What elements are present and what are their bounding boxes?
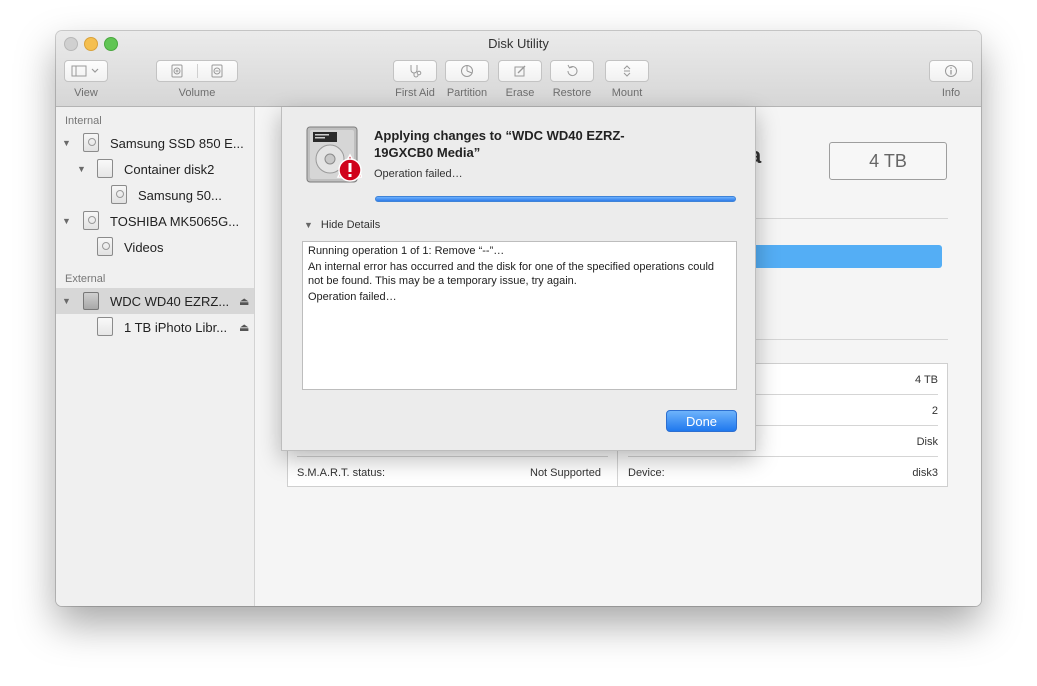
volume-disk-icon xyxy=(97,237,113,256)
eject-icon[interactable]: ⏏ xyxy=(239,295,249,308)
device-value: disk3 xyxy=(912,467,938,479)
usage-bar xyxy=(749,245,942,268)
sidebar-section-internal: Internal xyxy=(65,115,102,127)
sidebar-item-container-disk2[interactable]: ▼ Container disk2 xyxy=(56,156,254,182)
first-aid-button[interactable] xyxy=(393,60,437,82)
sidebar-item-label: 1 TB iPhoto Libr... xyxy=(124,319,228,335)
log-line: An internal error has occurred and the d… xyxy=(308,260,718,288)
sidebar-item-wdc-wd40[interactable]: ▼ WDC WD40 EZRZ... ⏏ xyxy=(56,288,254,314)
internal-disk-icon xyxy=(83,211,99,230)
dialog-title: Applying changes to “WDC WD40 EZRZ-19GXC… xyxy=(374,128,625,160)
apply-changes-dialog: Applying changes to “WDC WD40 EZRZ-19GXC… xyxy=(281,107,756,451)
volume-icon xyxy=(97,317,113,336)
disclosure-triangle-icon[interactable]: ▼ xyxy=(77,164,86,174)
smart-status-label: S.M.A.R.T. status: xyxy=(297,467,386,479)
sidebar-item-samsung-volume[interactable]: Samsung 50... xyxy=(56,182,254,208)
device-label: Device: xyxy=(628,467,665,479)
disclosure-triangle-icon[interactable]: ▼ xyxy=(62,138,71,148)
divider xyxy=(749,339,948,340)
erase-label: Erase xyxy=(505,87,535,99)
view-label: View xyxy=(74,87,98,99)
info-value: 2 xyxy=(931,405,938,417)
log-line: Operation failed… xyxy=(308,290,397,303)
mount-button[interactable] xyxy=(605,60,649,82)
pie-partition-icon xyxy=(461,65,473,77)
first-aid-label: First Aid xyxy=(395,87,435,99)
info-icon xyxy=(945,65,957,77)
info-button[interactable] xyxy=(929,60,973,82)
restore-arrow-icon xyxy=(567,64,578,77)
sidebar-item-iphoto-library[interactable]: 1 TB iPhoto Libr... ⏏ xyxy=(56,314,254,340)
sidebar-item-toshiba[interactable]: ▼ TOSHIBA MK5065G... xyxy=(56,208,254,234)
row-divider xyxy=(297,456,608,457)
titlebar: Disk Utility View Volume First Aid Parti… xyxy=(56,31,981,107)
sidebar-item-label: Videos xyxy=(124,239,164,255)
mount-icon xyxy=(623,65,631,77)
sidebar-item-label: Samsung SSD 850 E... xyxy=(110,135,244,151)
progress-bar xyxy=(375,196,736,202)
external-disk-icon xyxy=(83,292,99,310)
window-title: Disk Utility xyxy=(488,36,549,51)
operation-status: Operation failed… xyxy=(374,168,463,180)
sidebar-item-label: WDC WD40 EZRZ... xyxy=(110,293,230,309)
container-icon xyxy=(97,159,113,178)
sidebar-item-videos[interactable]: Videos xyxy=(56,234,254,260)
sidebar: Internal ▼ Samsung SSD 850 E... ▼ Contai… xyxy=(56,107,255,606)
eject-icon[interactable]: ⏏ xyxy=(239,321,249,334)
hide-details-label: Hide Details xyxy=(320,219,381,231)
log-line: Running operation 1 of 1: Remove “--”… xyxy=(308,245,505,257)
remove-volume-icon[interactable] xyxy=(198,64,238,78)
add-volume-icon[interactable] xyxy=(157,64,198,78)
restore-button[interactable] xyxy=(550,60,594,82)
disclosure-triangle-icon[interactable]: ▼ xyxy=(62,216,71,226)
info-value: Disk xyxy=(916,436,938,448)
sidebar-view-icon xyxy=(71,65,99,77)
sidebar-item-samsung-ssd[interactable]: ▼ Samsung SSD 850 E... xyxy=(56,130,254,156)
details-log: Running operation 1 of 1: Remove “--”… A… xyxy=(302,241,737,390)
erase-button[interactable] xyxy=(498,60,542,82)
info-value: 4 TB xyxy=(914,374,938,386)
row-divider xyxy=(628,456,938,457)
disclosure-triangle-icon[interactable]: ▼ xyxy=(62,296,71,306)
partition-label: Partition xyxy=(446,87,488,99)
disclosure-triangle-icon: ▼ xyxy=(304,220,313,230)
info-label: Info xyxy=(941,87,961,99)
sidebar-item-label: TOSHIBA MK5065G... xyxy=(110,213,240,229)
smart-status-value: Not Supported xyxy=(530,467,601,479)
volume-label: Volume xyxy=(178,87,216,99)
capacity-box: 4 TB xyxy=(829,142,947,180)
hard-drive-error-icon xyxy=(306,126,362,183)
sidebar-item-label: Samsung 50... xyxy=(138,187,222,203)
sidebar-section-external: External xyxy=(65,273,106,285)
mount-label: Mount xyxy=(611,87,643,99)
partition-button[interactable] xyxy=(445,60,489,82)
done-button[interactable]: Done xyxy=(666,410,737,432)
internal-disk-icon xyxy=(83,133,99,152)
stethoscope-icon xyxy=(410,65,422,78)
restore-label: Restore xyxy=(552,87,592,99)
divider xyxy=(749,218,948,219)
sidebar-item-label: Container disk2 xyxy=(124,161,215,177)
volume-button-group xyxy=(156,60,238,82)
erase-icon xyxy=(514,65,526,77)
view-button[interactable] xyxy=(64,60,108,82)
hide-details-toggle[interactable]: ▼ Hide Details xyxy=(304,219,380,231)
volume-disk-icon xyxy=(111,185,127,204)
